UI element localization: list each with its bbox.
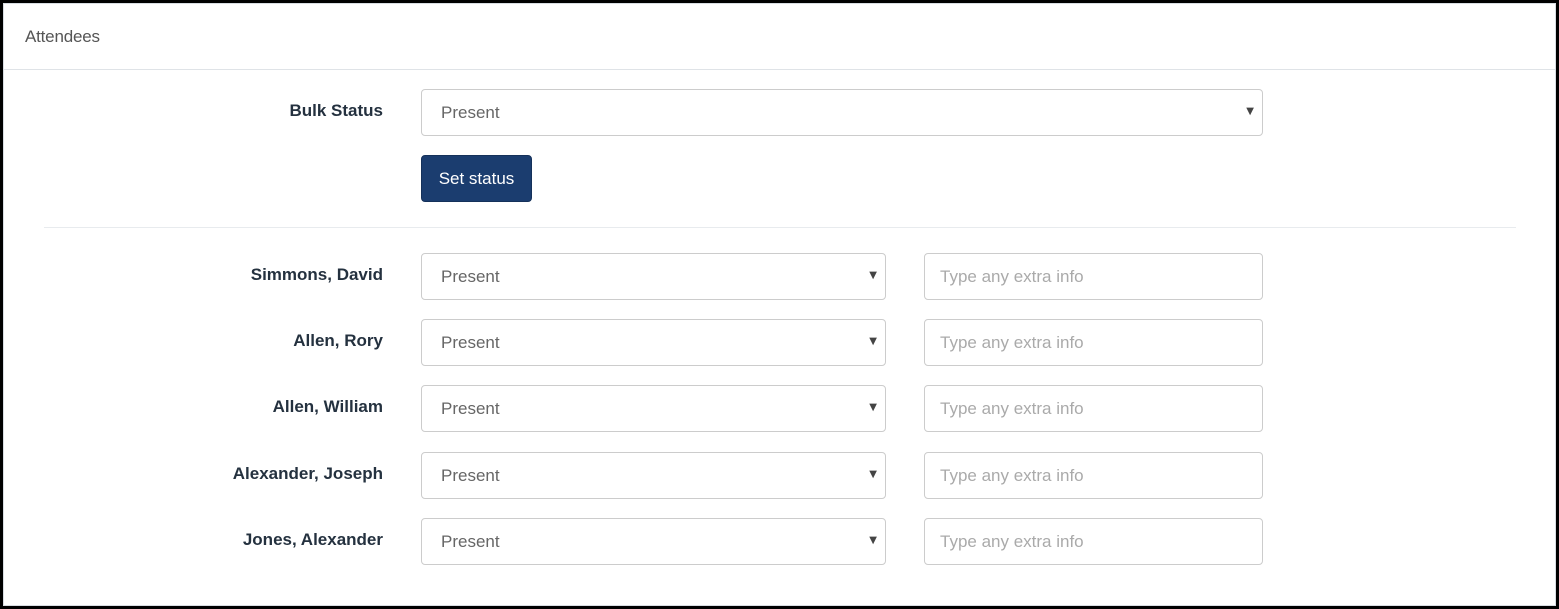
caret-down-icon: ▼	[869, 336, 877, 347]
caret-down-icon: ▼	[869, 270, 877, 281]
bulk-status-label: Bulk Status	[289, 101, 383, 120]
attendee-status-select[interactable]: Present ▼	[421, 452, 886, 499]
attendee-status-value: Present	[441, 399, 500, 418]
divider	[44, 227, 1516, 228]
bulk-status-select[interactable]: Present ▼	[421, 89, 1263, 136]
attendees-panel: Attendees Bulk Status Present ▼ Set stat…	[3, 3, 1556, 606]
attendee-name: Allen, William	[272, 397, 383, 416]
caret-down-icon: ▼	[1246, 106, 1254, 117]
attendee-extra-info-input[interactable]	[924, 385, 1263, 432]
attendee-status-select[interactable]: Present ▼	[421, 385, 886, 432]
caret-down-icon: ▼	[869, 469, 877, 480]
attendee-name: Jones, Alexander	[242, 530, 383, 549]
attendee-status-value: Present	[441, 267, 500, 286]
attendee-status-value: Present	[441, 333, 500, 352]
attendee-name: Allen, Rory	[293, 331, 383, 350]
attendee-status-value: Present	[441, 532, 500, 551]
attendee-extra-info-input[interactable]	[924, 452, 1263, 499]
caret-down-icon: ▼	[869, 535, 877, 546]
attendee-status-select[interactable]: Present ▼	[421, 319, 886, 366]
attendee-name: Alexander, Joseph	[232, 464, 383, 483]
attendee-status-value: Present	[441, 466, 500, 485]
attendee-extra-info-input[interactable]	[924, 253, 1263, 300]
attendee-status-select[interactable]: Present ▼	[421, 518, 886, 565]
caret-down-icon: ▼	[869, 402, 877, 413]
bulk-status-value: Present	[441, 103, 500, 122]
attendee-extra-info-input[interactable]	[924, 518, 1263, 565]
attendee-name: Simmons, David	[250, 265, 383, 284]
set-status-button[interactable]: Set status	[421, 155, 532, 202]
attendee-status-select[interactable]: Present ▼	[421, 253, 886, 300]
attendee-extra-info-input[interactable]	[924, 319, 1263, 366]
panel-title: Attendees	[25, 27, 100, 46]
panel-heading: Attendees	[4, 4, 1555, 70]
